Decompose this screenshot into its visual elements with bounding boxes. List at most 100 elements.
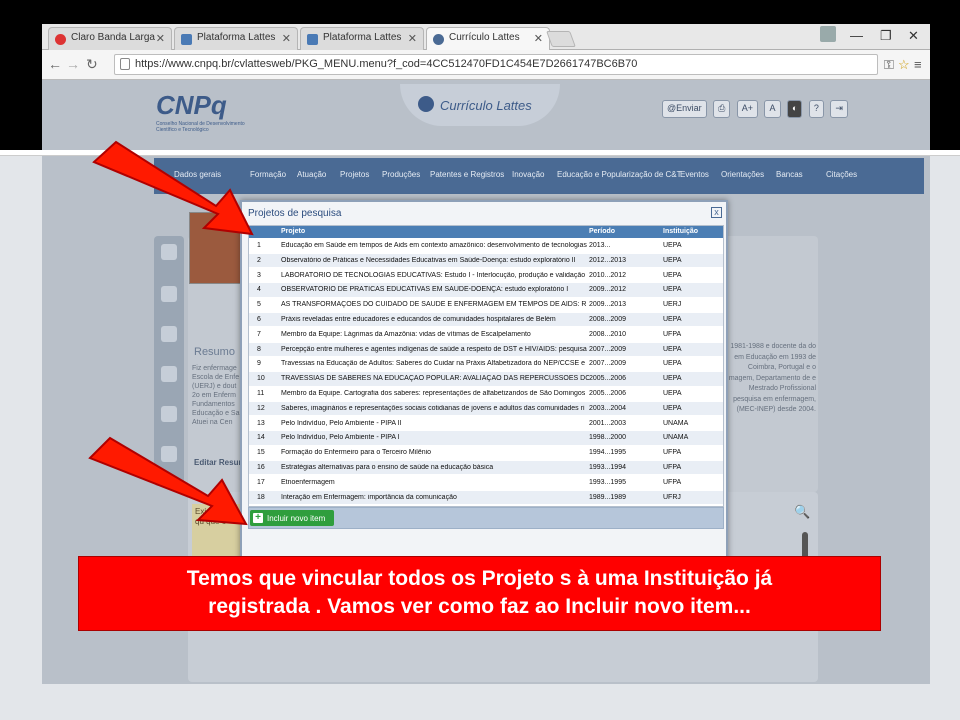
- add-bar: + Incluir novo item: [248, 507, 724, 529]
- cell-instituicao: UFPA: [663, 449, 682, 457]
- cell-periodo: 2005...2006: [589, 390, 626, 397]
- resumo-heading: Resumo: [194, 346, 235, 358]
- contrast-icon[interactable]: ◐: [786, 100, 803, 118]
- table-row[interactable]: 7 Membro da Equipe: Lágrimas da Amazônia:…: [249, 327, 723, 342]
- cell-number: 13: [257, 419, 265, 427]
- tab-plataforma-2[interactable]: Plataforma Lattes ✕: [300, 27, 424, 50]
- cell-periodo: 2013...: [589, 242, 611, 249]
- table-row[interactable]: 2 Observatório de Práticas e Necessidades…: [249, 253, 723, 268]
- close-icon[interactable]: ✕: [534, 32, 543, 45]
- table-row[interactable]: 13 Pelo Indivíduo, Pelo Ambiente - PIPA I…: [249, 416, 723, 430]
- cell-projeto: Pelo Indivíduo, Pelo Ambiente - PIPA I: [281, 434, 400, 442]
- menu-patentes[interactable]: Patentes e Registros: [430, 170, 504, 179]
- table-row[interactable]: 17 Etnoenfermagem 1993...1995 UFPA: [249, 475, 723, 490]
- key-icon[interactable]: ⚿: [884, 57, 894, 73]
- lattes-favicon-icon: [181, 34, 192, 45]
- tab-plataforma-1[interactable]: Plataforma Lattes ✕: [174, 27, 298, 50]
- help-icon[interactable]: ?: [808, 100, 824, 118]
- table-row[interactable]: 11 Membro da Equipe. Cartografia dos sabe…: [249, 387, 723, 401]
- table-row[interactable]: 1 Educação em Saúde em tempos de Aids em …: [249, 239, 723, 253]
- instruction-caption: Temos que vincular todos os Projeto s à …: [78, 556, 881, 631]
- table-row[interactable]: 8 Percepção entre mulheres e agentes indí…: [249, 342, 723, 356]
- incluir-novo-item-button[interactable]: + Incluir novo item: [250, 510, 334, 526]
- enviar-button[interactable]: @Enviar: [662, 100, 707, 118]
- cell-instituicao: UFRJ: [663, 493, 681, 501]
- table-row[interactable]: 12 Saberes, imaginários e representações …: [249, 401, 723, 416]
- menu-citacoes[interactable]: Citações: [826, 170, 857, 179]
- lattes-favicon-icon: [433, 34, 444, 45]
- close-icon[interactable]: ✕: [282, 32, 291, 45]
- exit-icon[interactable]: ⇥: [830, 100, 848, 118]
- sidebar-person-icon[interactable]: [161, 244, 177, 260]
- menu-producoes[interactable]: Produções: [382, 170, 420, 179]
- forward-icon[interactable]: →: [66, 56, 80, 72]
- menu-eventos[interactable]: Eventos: [680, 170, 709, 179]
- window-close-icon[interactable]: ✕: [908, 28, 919, 44]
- resumo-text-right: 1981-1988 e docente da do em Educação em…: [728, 343, 816, 413]
- url-input[interactable]: https://www.cnpq.br/cvlattesweb/PKG_MENU…: [114, 54, 878, 75]
- sidebar-card-icon[interactable]: [161, 286, 177, 302]
- top-black-band: [0, 0, 960, 24]
- cell-instituicao: UERJ: [663, 301, 682, 309]
- tab-curriculo-lattes[interactable]: Currículo Lattes ✕: [426, 27, 550, 50]
- resumo-text-left: Fiz enfermage Escola de Enfe (UERJ) e do…: [192, 365, 240, 426]
- claro-favicon-icon: [55, 34, 66, 45]
- menu-orientacoes[interactable]: Orientações: [721, 170, 764, 179]
- cell-projeto: Práxis reveladas entre educadores e educ…: [281, 316, 556, 323]
- menu-atuacao[interactable]: Atuação: [297, 170, 326, 179]
- table-row[interactable]: 6 Práxis reveladas entre educadores e edu…: [249, 313, 723, 327]
- sidebar-id-icon[interactable]: [161, 326, 177, 342]
- table-row[interactable]: 9 Travessias na Educação de Adultos: Sabe…: [249, 357, 723, 371]
- cell-periodo: 2009...2013: [589, 301, 626, 309]
- table-row[interactable]: 10 TRAVESSIAS DE SABERES NA EDUCAÇÃO POPU…: [249, 372, 723, 386]
- tab-claro[interactable]: Claro Banda Larga ✕: [48, 27, 172, 50]
- cell-projeto: Travessias na Educação de Adultos: Saber…: [281, 360, 586, 368]
- menu-bancas[interactable]: Bancas: [776, 170, 803, 179]
- cell-number: 6: [257, 316, 261, 323]
- menu-educacao[interactable]: Educação e Popularização de C&T: [557, 170, 682, 179]
- table-row[interactable]: 16 Estratégias alternativas para o ensino…: [249, 461, 723, 475]
- cell-number: 11: [257, 390, 265, 397]
- user-icon[interactable]: [820, 26, 836, 42]
- search-icon[interactable]: 🔍: [794, 504, 810, 520]
- projetos-modal: Projetos de pesquisa x Projeto Período I…: [240, 200, 728, 612]
- cell-periodo: 1994...1995: [589, 449, 626, 457]
- reload-icon[interactable]: ↻: [86, 56, 98, 73]
- cell-number: 1: [257, 242, 261, 249]
- cell-instituicao: UEPA: [663, 375, 682, 383]
- sidebar-search-icon[interactable]: [161, 366, 177, 382]
- minimize-icon[interactable]: —: [850, 28, 863, 43]
- cell-projeto: Observatório de Práticas e Necessidades …: [281, 256, 576, 264]
- header-projeto: Projeto: [281, 228, 306, 235]
- close-icon[interactable]: x: [711, 207, 722, 218]
- cell-periodo: 2008...2009: [589, 316, 626, 323]
- menu-inovacao[interactable]: Inovação: [512, 170, 544, 179]
- page-tools: @Enviar ⎙ A+ A ◐ ? ⇥: [662, 98, 850, 118]
- table-row[interactable]: 18 Interação em Enfermagem: importância d…: [249, 490, 723, 504]
- cell-periodo: 2012...2013: [589, 256, 626, 264]
- back-icon[interactable]: ←: [48, 56, 62, 72]
- close-icon[interactable]: ✕: [156, 32, 165, 45]
- cell-instituicao: UEPA: [663, 316, 682, 323]
- star-icon[interactable]: ☆: [898, 57, 910, 73]
- cell-instituicao: UEPA: [663, 256, 682, 264]
- font-increase-icon[interactable]: A+: [736, 100, 759, 118]
- cell-periodo: 1989...1989: [589, 493, 626, 501]
- print-icon[interactable]: ⎙: [713, 100, 731, 118]
- table-row[interactable]: 14 Pelo Indivíduo, Pelo Ambiente - PIPA I…: [249, 431, 723, 445]
- cell-number: 9: [257, 360, 261, 368]
- new-tab-button[interactable]: [546, 31, 576, 47]
- table-row[interactable]: 4 OBSERVATÓRIO DE PRÁTICAS EDUCATIVAS EM …: [249, 283, 723, 297]
- cell-projeto: LABORATÓRIO DE TECNOLOGIAS EDUCATIVAS: E…: [281, 271, 586, 279]
- table-row[interactable]: 15 Formação do Enfermeiro para o Terceiro…: [249, 446, 723, 460]
- restore-icon[interactable]: ❐: [880, 28, 892, 44]
- table-row[interactable]: 3 LABORATÓRIO DE TECNOLOGIAS EDUCATIVAS: …: [249, 268, 723, 282]
- menu-projetos[interactable]: Projetos: [340, 170, 369, 179]
- cell-number: 2: [257, 256, 261, 264]
- menu-icon[interactable]: ≡: [914, 57, 922, 72]
- table-row[interactable]: 5 AS TRANSFORMAÇÕES DO CUIDADO DE SAÚDE E…: [249, 298, 723, 312]
- close-icon[interactable]: ✕: [408, 32, 417, 45]
- sidebar-search2-icon[interactable]: [161, 406, 177, 422]
- font-decrease-icon[interactable]: A: [764, 100, 781, 118]
- cell-projeto: Educação em Saúde em tempos de Aids em c…: [281, 242, 587, 249]
